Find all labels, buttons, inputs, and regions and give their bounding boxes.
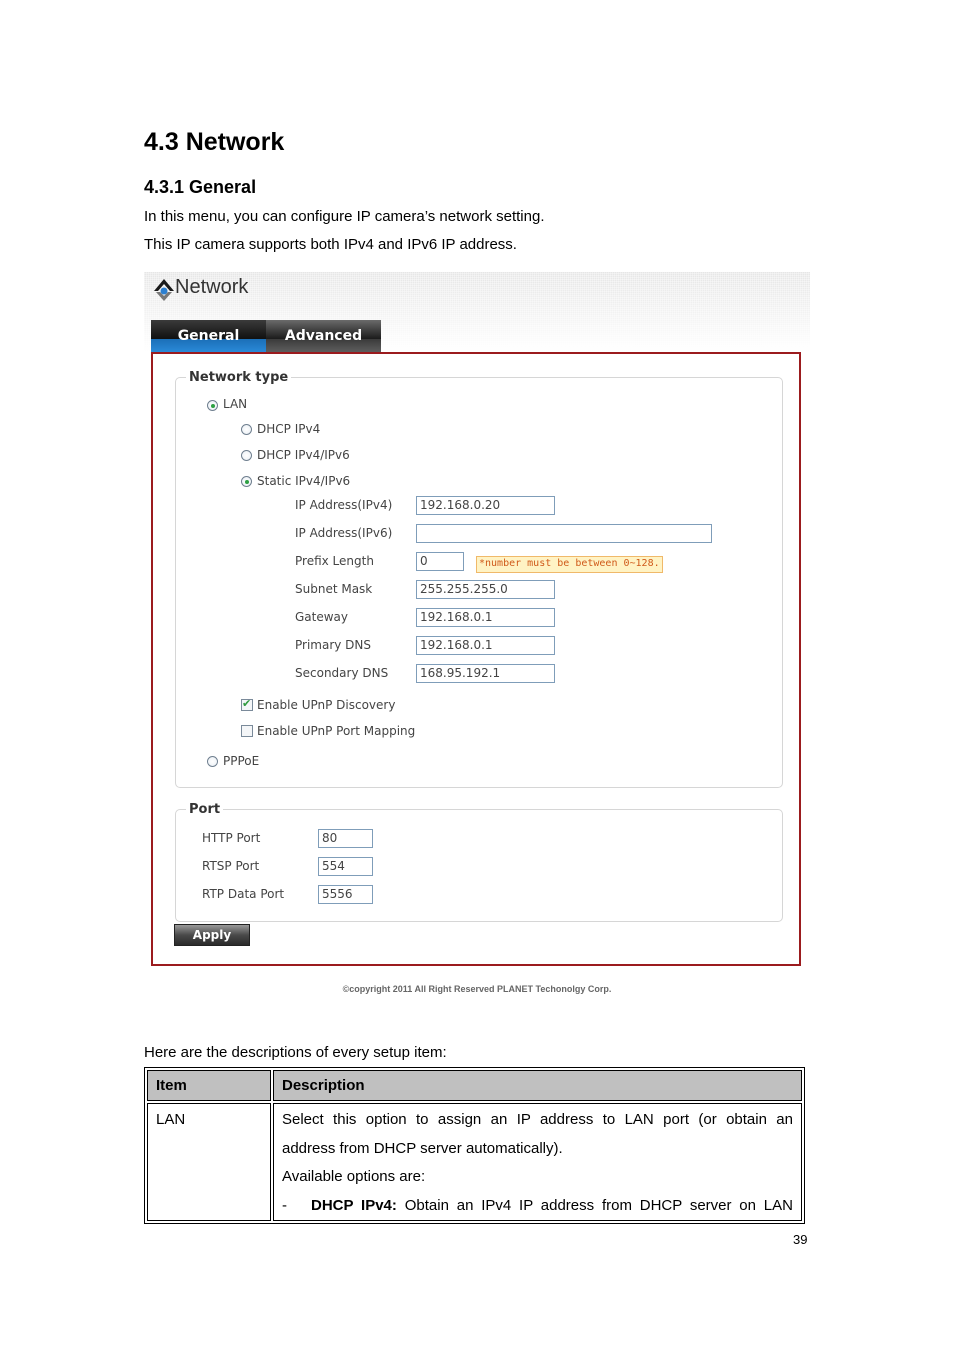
network-type-legend: Network type (189, 370, 289, 385)
subnet-mask-input[interactable]: 255.255.255.0 (416, 580, 555, 599)
bullet-term: DHCP IPv4: (311, 1196, 397, 1214)
page-number: 39 (793, 1232, 808, 1247)
intro-paragraph-1: In this menu, you can configure IP camer… (144, 208, 545, 225)
secondary-dns-label: Secondary DNS (295, 666, 389, 680)
prefix-length-warning: *number must be between 0~128. (476, 556, 663, 573)
port-group: Port (175, 802, 783, 922)
pppoe-radio[interactable] (207, 756, 218, 767)
copyright-footer: ©copyright 2011 All Right Reserved PLANE… (342, 984, 612, 994)
pppoe-label: PPPoE (223, 754, 260, 768)
tab-advanced[interactable]: Advanced (266, 320, 381, 352)
bullet-dash: - (282, 1196, 287, 1214)
network-settings-screenshot: Network General Advanced Network type LA… (144, 272, 810, 1000)
primary-dns-label: Primary DNS (295, 638, 372, 652)
ipv6-address-label: IP Address(IPv6) (295, 526, 393, 540)
section-heading: 4.3 Network (144, 128, 285, 156)
lan-radio[interactable] (207, 400, 218, 411)
item-cell: LAN (147, 1103, 271, 1221)
dhcp-ipv4-ipv6-radio[interactable] (241, 450, 252, 461)
general-settings-panel: Network type LAN DHCP IPv4 DHCP IPv4/IPv… (151, 352, 801, 966)
table-intro: Here are the descriptions of every setup… (144, 1044, 447, 1061)
screenshot-header: Network General Advanced (144, 272, 810, 352)
description-line: Available options are: (282, 1168, 426, 1185)
prefix-length-input[interactable]: 0 (416, 552, 464, 571)
tab-general[interactable]: General (151, 320, 266, 352)
description-line: address from DHCP server automatically). (282, 1139, 563, 1157)
static-ipv4-ipv6-radio[interactable] (241, 476, 252, 487)
description-bullet: - DHCP IPv4: Obtain an IPv4 IP address f… (282, 1192, 793, 1221)
ipv4-address-input[interactable]: 192.168.0.20 (416, 496, 555, 515)
table-row: LAN Select this option to assign an IP a… (147, 1103, 802, 1221)
lan-label: LAN (223, 397, 248, 411)
planet-logo-icon (154, 279, 174, 301)
upnp-discovery-checkbox[interactable] (241, 697, 253, 711)
setup-items-table: Item Description LAN Select this option … (144, 1067, 805, 1224)
port-legend: Port (189, 802, 221, 817)
subsection-heading: 4.3.1 General (144, 177, 257, 197)
static-ipv4-ipv6-label: Static IPv4/IPv6 (257, 474, 351, 488)
secondary-dns-input[interactable]: 168.95.192.1 (416, 664, 555, 683)
ipv4-address-label: IP Address(IPv4) (295, 498, 393, 512)
table-header-row: Item Description (147, 1070, 802, 1101)
subnet-mask-label: Subnet Mask (295, 582, 373, 596)
description-cell: Select this option to assign an IP addre… (273, 1103, 802, 1221)
tab-bar: General Advanced (151, 320, 381, 352)
prefix-length-label: Prefix Length (295, 554, 374, 568)
dhcp-ipv4-label: DHCP IPv4 (257, 422, 321, 436)
ipv6-address-input[interactable] (416, 524, 712, 543)
bullet-description: Obtain an IPv4 IP address from DHCP serv… (396, 1196, 793, 1214)
upnp-discovery-label: Enable UPnP Discovery (257, 698, 396, 712)
dhcp-ipv4-radio[interactable] (241, 424, 252, 435)
rtsp-port-input[interactable]: 554 (318, 857, 373, 876)
rtsp-port-label: RTSP Port (202, 859, 260, 873)
column-header-description: Description (273, 1070, 802, 1101)
upnp-port-mapping-checkbox[interactable] (241, 725, 253, 737)
dhcp-ipv4-ipv6-label: DHCP IPv4/IPv6 (257, 448, 350, 462)
http-port-label: HTTP Port (202, 831, 261, 845)
column-header-item: Item (147, 1070, 271, 1101)
gateway-input[interactable]: 192.168.0.1 (416, 608, 555, 627)
description-line: Select this option to assign an IP addre… (282, 1111, 793, 1128)
http-port-input[interactable]: 80 (318, 829, 373, 848)
apply-button[interactable]: Apply (174, 924, 250, 946)
rtp-data-port-label: RTP Data Port (202, 887, 285, 901)
bullet-text: DHCP IPv4: Obtain an IPv4 IP address fro… (311, 1192, 793, 1221)
primary-dns-input[interactable]: 192.168.0.1 (416, 636, 555, 655)
screenshot-title: Network (175, 276, 249, 298)
rtp-data-port-input[interactable]: 5556 (318, 885, 373, 904)
intro-paragraph-2: This IP camera supports both IPv4 and IP… (144, 236, 517, 253)
gateway-label: Gateway (295, 610, 349, 624)
upnp-port-mapping-label: Enable UPnP Port Mapping (257, 724, 416, 738)
